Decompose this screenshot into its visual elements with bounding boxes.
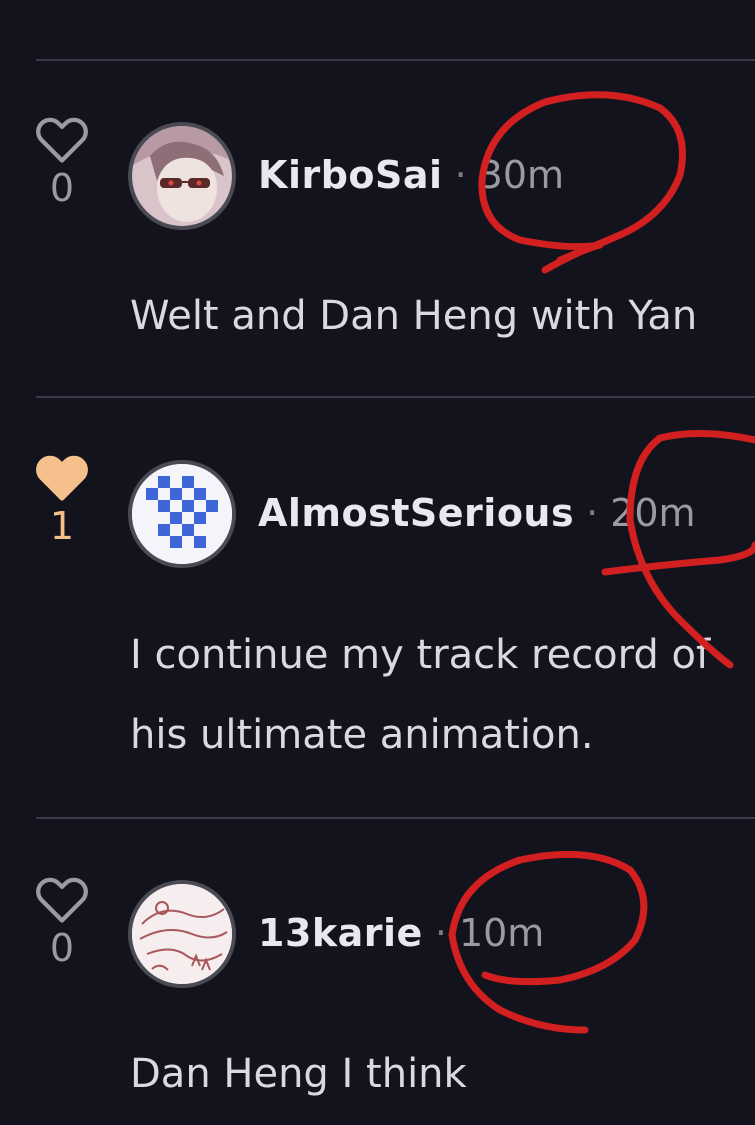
separator: ·	[586, 491, 599, 535]
username[interactable]: AlmostSerious	[258, 491, 574, 535]
like-button[interactable]: 1	[28, 450, 96, 548]
avatar-image	[132, 884, 232, 984]
timestamp: 30m	[478, 153, 565, 197]
comment-line: I continue my track record of	[130, 632, 711, 678]
heart-outline-icon[interactable]	[33, 112, 91, 164]
like-count: 0	[49, 166, 75, 210]
like-button[interactable]: 0	[28, 112, 96, 210]
separator: ·	[454, 153, 467, 197]
avatar[interactable]	[128, 460, 236, 568]
separator: ·	[434, 911, 447, 955]
comment-line: Dan Heng I think	[130, 1051, 467, 1097]
timestamp: 10m	[458, 911, 545, 955]
comment-meta: AlmostSerious · 20m	[258, 488, 696, 538]
comment-text: Welt and Dan Heng with Yan	[130, 276, 697, 356]
comment-line: his ultimate animation.	[130, 712, 594, 758]
comment-meta: KirboSai · 30m	[258, 150, 564, 200]
like-count: 0	[49, 926, 75, 970]
like-button[interactable]: 0	[28, 872, 96, 970]
username[interactable]: KirboSai	[258, 153, 443, 197]
avatar-image	[132, 464, 232, 564]
divider	[36, 396, 755, 398]
like-count: 1	[49, 504, 75, 548]
avatar[interactable]	[128, 122, 236, 230]
divider	[36, 59, 755, 61]
comment-text: Dan Heng I think	[130, 1034, 467, 1114]
comment-text: I continue my track record of his ultima…	[130, 615, 710, 775]
comment-feed: 0 KirboSai · 30m Welt and Dan Heng with Ya…	[0, 0, 755, 1125]
heart-filled-icon[interactable]	[33, 450, 91, 502]
heart-outline-icon[interactable]	[33, 872, 91, 924]
divider	[36, 817, 755, 819]
comment-line: Welt and Dan Heng with Yan	[130, 293, 698, 339]
timestamp: 20m	[610, 491, 696, 535]
avatar-image	[132, 126, 232, 226]
username[interactable]: 13karie	[258, 911, 423, 955]
avatar[interactable]	[128, 880, 236, 988]
comment-meta: 13karie · 10m	[258, 908, 544, 958]
